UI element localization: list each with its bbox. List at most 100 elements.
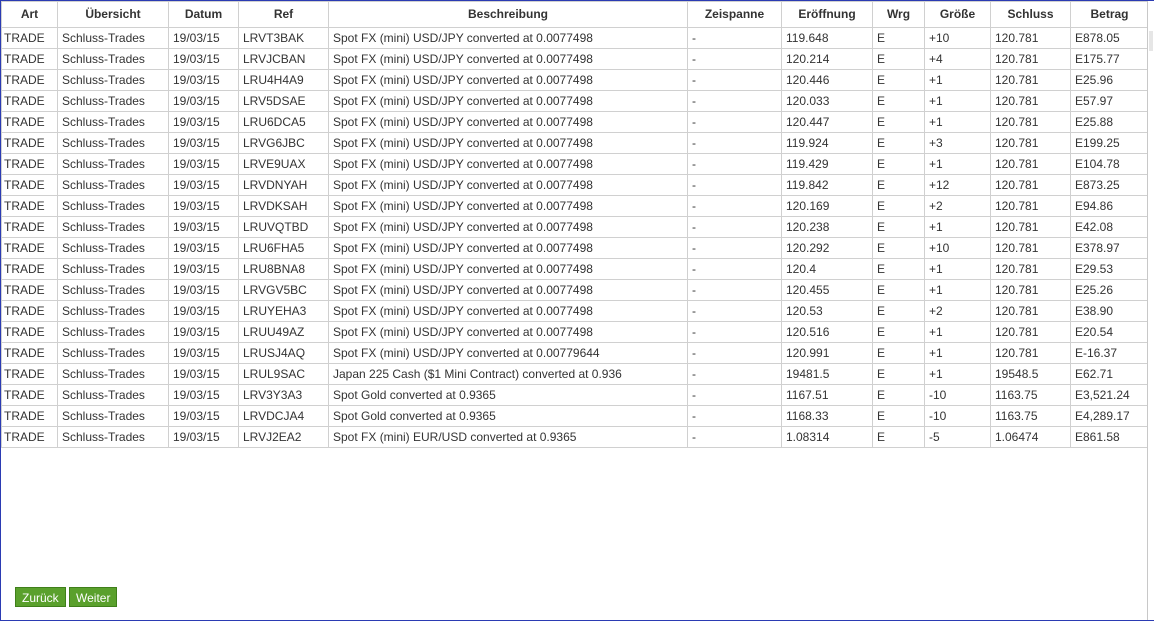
cell-betrag: E38.90 <box>1070 300 1149 322</box>
cell-betrag: E25.88 <box>1070 111 1149 133</box>
cell-zeispanne: - <box>687 132 782 154</box>
cell-eroeffnung: 119.429 <box>781 153 873 175</box>
cell-schluss: 120.781 <box>990 342 1071 364</box>
cell-beschreibung: Spot FX (mini) USD/JPY converted at 0.00… <box>328 216 688 238</box>
cell-beschreibung: Spot FX (mini) USD/JPY converted at 0.00… <box>328 300 688 322</box>
table-row: TRADE Schluss-Trades 19/03/15 LRUL9SAC Japan… <box>1 363 1149 385</box>
col-header-zeispanne: Zeispanne <box>687 1 782 28</box>
back-button[interactable]: Zurück <box>15 587 66 607</box>
cell-wrg: E <box>872 69 925 91</box>
cell-wrg: E <box>872 237 925 259</box>
table-row: TRADE Schluss-Trades 19/03/15 LRU8BNA8 Spot … <box>1 258 1149 280</box>
cell-zeispanne: - <box>687 300 782 322</box>
cell-zeispanne: - <box>687 279 782 301</box>
cell-art: TRADE <box>1 384 58 406</box>
cell-art: TRADE <box>1 174 58 196</box>
table-row: TRADE Schluss-Trades 19/03/15 LRV5DSAE Spot … <box>1 90 1149 112</box>
cell-schluss: 120.781 <box>990 153 1071 175</box>
cell-betrag: E873.25 <box>1070 174 1149 196</box>
trades-table: Art Übersicht Datum Ref Beschreibung Zei… <box>1 1 1149 448</box>
next-button[interactable]: Weiter <box>69 587 118 607</box>
cell-schluss: 120.781 <box>990 69 1071 91</box>
cell-uebersicht: Schluss-Trades <box>57 27 169 49</box>
cell-eroeffnung: 120.446 <box>781 69 873 91</box>
cell-betrag: E3,521.24 <box>1070 384 1149 406</box>
cell-schluss: 120.781 <box>990 90 1071 112</box>
cell-zeispanne: - <box>687 153 782 175</box>
cell-betrag: E25.26 <box>1070 279 1149 301</box>
cell-uebersicht: Schluss-Trades <box>57 48 169 70</box>
cell-ref: LRV5DSAE <box>238 90 329 112</box>
cell-betrag: E25.96 <box>1070 69 1149 91</box>
cell-schluss: 120.781 <box>990 111 1071 133</box>
cell-art: TRADE <box>1 237 58 259</box>
cell-zeispanne: - <box>687 216 782 238</box>
cell-eroeffnung: 120.033 <box>781 90 873 112</box>
cell-art: TRADE <box>1 69 58 91</box>
cell-ref: LRUL9SAC <box>238 363 329 385</box>
cell-datum: 19/03/15 <box>168 342 239 364</box>
cell-wrg: E <box>872 90 925 112</box>
cell-wrg: E <box>872 279 925 301</box>
trades-table-body: TRADE Schluss-Trades 19/03/15 LRVT3BAK Spot … <box>1 27 1149 448</box>
cell-beschreibung: Spot Gold converted at 0.9365 <box>328 384 688 406</box>
cell-zeispanne: - <box>687 69 782 91</box>
cell-groesse: -5 <box>924 426 991 448</box>
cell-betrag: E199.25 <box>1070 132 1149 154</box>
cell-groesse: +12 <box>924 174 991 196</box>
table-header-row: Art Übersicht Datum Ref Beschreibung Zei… <box>1 1 1149 28</box>
cell-groesse: +4 <box>924 48 991 70</box>
cell-zeispanne: - <box>687 258 782 280</box>
cell-schluss: 120.781 <box>990 321 1071 343</box>
cell-groesse: +1 <box>924 279 991 301</box>
cell-groesse: +10 <box>924 237 991 259</box>
cell-art: TRADE <box>1 48 58 70</box>
cell-ref: LRVT3BAK <box>238 27 329 49</box>
cell-ref: LRVGV5BC <box>238 279 329 301</box>
cell-schluss: 1163.75 <box>990 405 1071 427</box>
cell-eroeffnung: 120.4 <box>781 258 873 280</box>
cell-art: TRADE <box>1 300 58 322</box>
cell-groesse: -10 <box>924 384 991 406</box>
vertical-scrollbar[interactable] <box>1147 1 1154 620</box>
cell-groesse: +1 <box>924 342 991 364</box>
table-row: TRADE Schluss-Trades 19/03/15 LRVDNYAH Spot … <box>1 174 1149 196</box>
cell-datum: 19/03/15 <box>168 111 239 133</box>
cell-datum: 19/03/15 <box>168 363 239 385</box>
cell-ref: LRV3Y3A3 <box>238 384 329 406</box>
cell-zeispanne: - <box>687 384 782 406</box>
cell-betrag: E20.54 <box>1070 321 1149 343</box>
cell-wrg: E <box>872 153 925 175</box>
cell-beschreibung: Spot FX (mini) USD/JPY converted at 0.00… <box>328 27 688 49</box>
cell-schluss: 120.781 <box>990 300 1071 322</box>
cell-schluss: 120.781 <box>990 258 1071 280</box>
cell-ref: LRUU49AZ <box>238 321 329 343</box>
cell-uebersicht: Schluss-Trades <box>57 363 169 385</box>
col-header-eroeffnung: Eröffnung <box>781 1 873 28</box>
scrollbar-thumb[interactable] <box>1149 31 1153 51</box>
cell-wrg: E <box>872 363 925 385</box>
table-row: TRADE Schluss-Trades 19/03/15 LRUSJ4AQ Spot … <box>1 342 1149 364</box>
cell-uebersicht: Schluss-Trades <box>57 300 169 322</box>
cell-zeispanne: - <box>687 195 782 217</box>
cell-datum: 19/03/15 <box>168 321 239 343</box>
cell-wrg: E <box>872 405 925 427</box>
cell-schluss: 120.781 <box>990 27 1071 49</box>
cell-zeispanne: - <box>687 48 782 70</box>
cell-uebersicht: Schluss-Trades <box>57 342 169 364</box>
cell-eroeffnung: 120.991 <box>781 342 873 364</box>
cell-groesse: +1 <box>924 321 991 343</box>
cell-art: TRADE <box>1 342 58 364</box>
cell-wrg: E <box>872 111 925 133</box>
cell-beschreibung: Spot FX (mini) USD/JPY converted at 0.00… <box>328 132 688 154</box>
col-header-beschreibung: Beschreibung <box>328 1 688 28</box>
cell-schluss: 120.781 <box>990 132 1071 154</box>
cell-zeispanne: - <box>687 342 782 364</box>
cell-ref: LRVDNYAH <box>238 174 329 196</box>
cell-datum: 19/03/15 <box>168 153 239 175</box>
cell-betrag: E57.97 <box>1070 90 1149 112</box>
cell-beschreibung: Spot FX (mini) USD/JPY converted at 0.00… <box>328 69 688 91</box>
cell-groesse: +1 <box>924 363 991 385</box>
col-header-art: Art <box>1 1 58 28</box>
cell-beschreibung: Spot FX (mini) EUR/USD converted at 0.93… <box>328 426 688 448</box>
